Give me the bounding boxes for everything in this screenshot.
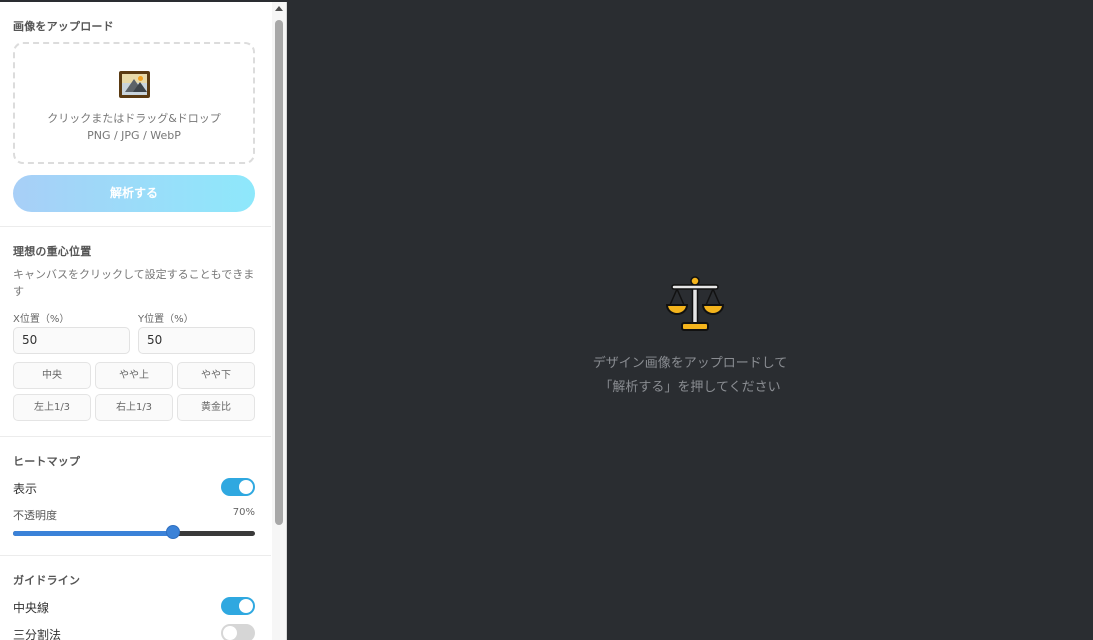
dropzone-formats: PNG / JPG / WebP	[87, 129, 181, 142]
preset-upper-left-third-button[interactable]: 左上1/3	[13, 394, 91, 421]
y-position-input[interactable]: 50	[138, 327, 255, 354]
divider	[0, 436, 271, 437]
guidelines-title: ガイドライン	[13, 574, 81, 587]
top-edge	[0, 0, 287, 2]
dropzone-instruction: クリックまたはドラッグ&ドロップ	[47, 112, 221, 125]
center-line-toggle[interactable]	[221, 597, 255, 615]
empty-state-line2: 「解析する」を押してください	[599, 380, 781, 395]
scroll-up-arrow-icon[interactable]	[272, 4, 286, 14]
opacity-value: 70%	[232, 507, 255, 518]
upload-dropzone[interactable]: クリックまたはドラッグ&ドロップ PNG / JPG / WebP	[13, 42, 255, 164]
preset-slightly-up-button[interactable]: やや上	[95, 362, 173, 389]
preset-upper-right-third-button[interactable]: 右上1/3	[95, 394, 173, 421]
heatmap-show-label: 表示	[13, 482, 38, 496]
settings-sidebar: 画像をアップロード クリックまたはドラッグ&ドロップ PNG / JPG / W…	[0, 0, 287, 640]
preset-slightly-down-button[interactable]: やや下	[177, 362, 255, 389]
divider	[0, 555, 271, 556]
y-position-label: Y位置（%）	[138, 314, 194, 325]
divider	[0, 226, 271, 227]
upload-section-title: 画像をアップロード	[13, 20, 114, 33]
balance-scale-icon	[665, 276, 725, 331]
opacity-label: 不透明度	[13, 509, 57, 522]
preset-golden-ratio-button[interactable]: 黄金比	[177, 394, 255, 421]
framed-picture-icon	[119, 71, 150, 98]
scrollbar-thumb[interactable]	[275, 20, 283, 525]
analyze-button[interactable]: 解析する	[13, 175, 255, 212]
center-line-label: 中央線	[13, 601, 50, 615]
preset-center-button[interactable]: 中央	[13, 362, 91, 389]
canvas-area[interactable]: デザイン画像をアップロードして 「解析する」を押してください	[287, 0, 1093, 640]
heatmap-show-toggle[interactable]	[221, 478, 255, 496]
ideal-position-title: 理想の重心位置	[13, 245, 92, 258]
empty-state-line1: デザイン画像をアップロードして	[592, 356, 788, 371]
heatmap-title: ヒートマップ	[13, 455, 81, 468]
ideal-position-hint: キャンバスをクリックして設定することもできます	[13, 268, 255, 298]
x-position-label: X位置（%）	[13, 314, 70, 325]
x-position-input[interactable]: 50	[13, 327, 130, 354]
opacity-slider-fill	[13, 531, 173, 536]
opacity-slider-thumb[interactable]	[165, 525, 180, 539]
rule-of-thirds-label: 三分割法	[13, 628, 62, 640]
opacity-slider-track[interactable]	[13, 531, 255, 536]
rule-of-thirds-toggle[interactable]	[221, 624, 255, 640]
